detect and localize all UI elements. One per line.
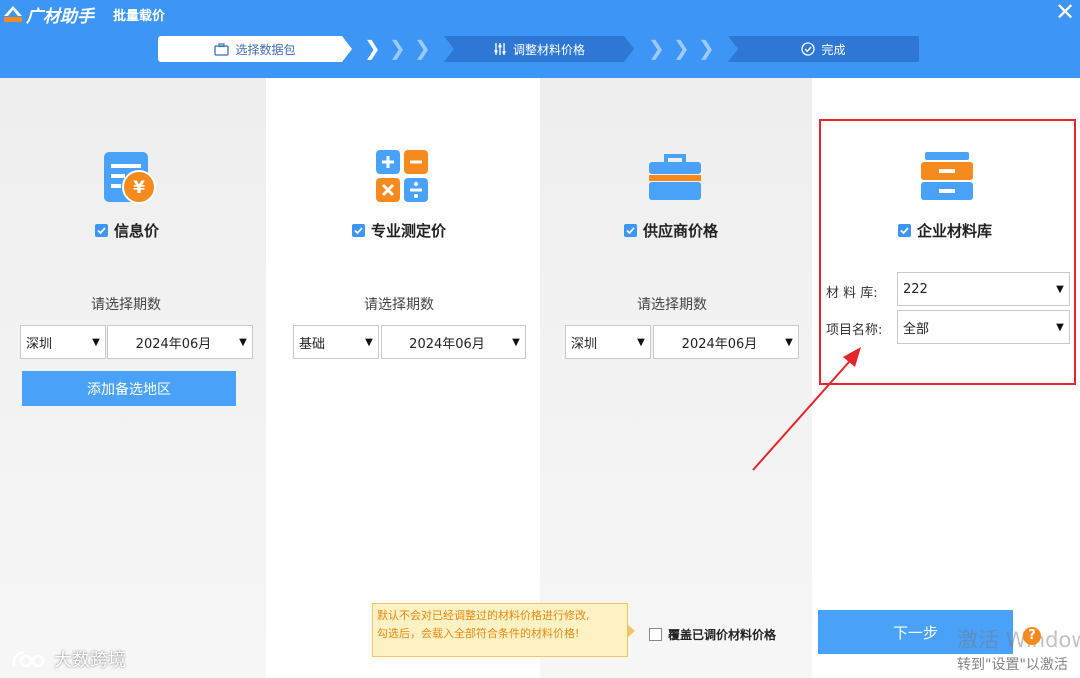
period-value: 2024年06月	[135, 336, 212, 352]
annotation-arrow-icon	[752, 347, 861, 471]
region-value: 深圳	[571, 336, 598, 352]
measured-price-checkbox-row[interactable]: 专业测定价	[352, 220, 446, 241]
period-select[interactable]: 2024年06月 ▼	[381, 325, 526, 359]
info-price-panel: ¥ 信息价 请选择期数 深圳 ▼ 2024年06月 ▼ 添加备选地区	[0, 78, 266, 678]
info-price-checkbox-row[interactable]: 信息价	[95, 220, 159, 241]
period-label: 请选择期数	[91, 297, 161, 313]
toolbox-icon	[647, 150, 703, 206]
measured-price-label: 专业测定价	[371, 222, 447, 240]
briefcase-icon	[214, 43, 229, 56]
window-title: 批量载价	[113, 9, 166, 24]
add-region-button[interactable]: 添加备选地区	[22, 371, 236, 406]
sliders-icon	[493, 42, 507, 56]
chevron-right-icon: ❯	[698, 36, 715, 60]
step-label: 选择数据包	[235, 42, 296, 57]
period-label: 请选择期数	[364, 297, 434, 313]
help-icon[interactable]: ?	[1023, 627, 1041, 645]
dropdown-arrow-icon: ▼	[239, 336, 247, 348]
svg-text:¥: ¥	[133, 178, 145, 198]
app-logo: 广材助手	[2, 3, 94, 27]
tooltip-pointer-icon	[627, 624, 635, 638]
chevron-right-icon: ❯	[414, 36, 431, 60]
windows-activation-title: 激活 Windows	[957, 628, 1080, 652]
region-select[interactable]: 深圳 ▼	[565, 325, 651, 359]
wizard-steps: 选择数据包 ❯ ❯ ❯ 调整材料价格 ❯ ❯ ❯ 完成	[0, 36, 1080, 62]
supplier-price-checkbox-row[interactable]: 供应商价格	[624, 220, 718, 241]
step-label: 完成	[821, 42, 846, 57]
price-doc-icon: ¥	[102, 150, 158, 206]
category-value: 基础	[299, 336, 326, 352]
windows-activation-hint: 转到"设置"以激活	[957, 657, 1068, 673]
measured-price-panel: 专业测定价 请选择期数 基础 ▼ 2024年06月 ▼	[266, 78, 540, 678]
chevron-right-icon: ❯	[648, 36, 665, 60]
tip-line: 勾选后，会载入全部符合条件的材料价格!	[377, 627, 580, 640]
period-label: 请选择期数	[637, 297, 707, 313]
checkbox-checked-icon[interactable]	[95, 224, 108, 237]
watermark-logo-icon	[12, 651, 45, 668]
step-select-package: 选择数据包	[158, 36, 352, 62]
tip-tooltip: 默认不会对已经调整过的材料价格进行修改, 勾选后，会载入全部符合条件的材料价格!	[372, 603, 628, 657]
watermark-text: 大数跨境	[54, 650, 126, 671]
checkbox-unchecked-icon[interactable]	[649, 628, 662, 641]
chevron-right-icon: ❯	[673, 36, 690, 60]
step-adjust-price: 调整材料价格	[444, 36, 634, 62]
dropdown-arrow-icon: ▼	[637, 336, 645, 348]
checkbox-checked-icon[interactable]	[624, 224, 637, 237]
calculator-icon	[374, 148, 430, 204]
step-complete: 完成	[728, 36, 919, 62]
dropdown-arrow-icon: ▼	[92, 336, 100, 348]
logo-mark-icon	[4, 6, 22, 22]
dropdown-arrow-icon: ▼	[365, 336, 373, 348]
checkbox-checked-icon[interactable]	[352, 224, 365, 237]
period-value: 2024年06月	[409, 336, 485, 352]
period-select[interactable]: 2024年06月 ▼	[107, 325, 253, 359]
supplier-price-label: 供应商价格	[643, 222, 719, 240]
chevron-right-icon: ❯	[364, 36, 381, 60]
category-select[interactable]: 基础 ▼	[293, 325, 379, 359]
dropdown-arrow-icon: ▼	[512, 336, 520, 348]
logo-text: 广材助手	[26, 6, 94, 27]
tip-line: 默认不会对已经调整过的材料价格进行修改,	[377, 609, 590, 622]
watermark: 大数跨境	[10, 646, 126, 672]
close-button[interactable]: ✕	[1054, 0, 1076, 24]
region-value: 深圳	[26, 336, 53, 352]
cover-adjusted-label: 覆盖已调价材料价格	[668, 628, 777, 642]
check-circle-icon	[801, 42, 816, 56]
cover-adjusted-checkbox-row[interactable]: 覆盖已调价材料价格	[649, 626, 776, 643]
chevron-right-icon: ❯	[389, 36, 406, 60]
step-label: 调整材料价格	[512, 42, 585, 57]
region-select[interactable]: 深圳 ▼	[20, 325, 106, 359]
title-bar: 广材助手 批量载价 ✕ 选择数据包 ❯ ❯ ❯ 调整材料价格 ❯ ❯ ❯ 完成	[0, 0, 1080, 78]
info-price-label: 信息价	[114, 222, 160, 240]
